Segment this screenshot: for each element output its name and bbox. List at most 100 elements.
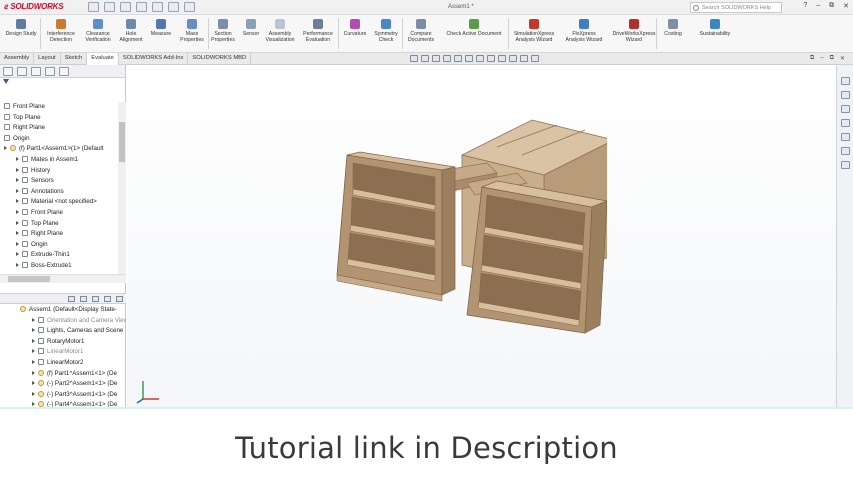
tree-item[interactable]: Annotations	[16, 187, 64, 197]
section-view-icon[interactable]	[443, 55, 451, 62]
ribbon-button-compare-documents[interactable]: Compare Documents	[405, 17, 437, 43]
new-document-icon[interactable]	[88, 2, 99, 12]
right-shelf-unit[interactable]	[466, 180, 607, 334]
ribbon-button-assembly-visualization[interactable]: Assembly Visualization	[265, 17, 295, 43]
view-palette-icon[interactable]	[841, 119, 850, 127]
edit-appearance-icon[interactable]	[498, 55, 506, 62]
assembly-model[interactable]	[317, 115, 607, 345]
tree-item[interactable]: RotaryMotor1	[32, 337, 84, 347]
sort-icon[interactable]	[116, 296, 123, 302]
solidworks-forum-icon[interactable]	[841, 161, 850, 169]
help-search-input[interactable]: Search SOLIDWORKS Help	[690, 2, 782, 13]
solidworks-resources-icon[interactable]	[841, 77, 850, 85]
feature-tree-vertical-scrollbar[interactable]	[118, 102, 126, 274]
expand-arrow-icon[interactable]	[32, 391, 35, 396]
tree-item[interactable]: Right Plane	[4, 123, 45, 133]
tree-item[interactable]: Extrude-Thin1	[16, 250, 70, 260]
tree-item[interactable]: (-) Part4^Assem1<1> (De	[32, 400, 117, 407]
tree-item[interactable]: Front Plane	[4, 102, 45, 112]
ribbon-button-measure[interactable]: Measure	[148, 17, 174, 37]
zoom-to-area-icon[interactable]	[421, 55, 429, 62]
expand-arrow-icon[interactable]	[16, 157, 19, 161]
view-orientation-icon[interactable]	[465, 55, 473, 62]
left-shelf-unit[interactable]	[336, 151, 456, 302]
hide-show-items-icon[interactable]	[487, 55, 495, 62]
tab-evaluate[interactable]: Evaluate	[87, 53, 119, 65]
expand-arrow-icon[interactable]	[16, 199, 19, 204]
scrollbar-thumb[interactable]	[8, 276, 50, 282]
viewport-close-icon[interactable]: ✕	[840, 55, 845, 62]
close-button[interactable]: ✕	[843, 2, 849, 10]
file-explorer-icon[interactable]	[841, 105, 850, 113]
tree-item[interactable]: Top Plane	[4, 113, 41, 123]
filter-selected-icon[interactable]	[92, 296, 99, 302]
filter-icon[interactable]	[3, 79, 9, 84]
graphics-area[interactable]	[127, 65, 836, 407]
ribbon-button-curvature[interactable]: Curvature	[341, 17, 369, 37]
ribbon-button-simulationxpress[interactable]: SimulationXpress Analysis Wizard	[510, 17, 558, 43]
feature-tree-horizontal-scrollbar[interactable]	[0, 274, 126, 283]
rebuild-icon[interactable]	[168, 2, 179, 12]
expand-arrow-icon[interactable]	[32, 338, 35, 343]
tree-item[interactable]: (-) Part3^Assem1<1> (De	[32, 390, 117, 400]
open-icon[interactable]	[104, 2, 115, 12]
filter-driving-icon[interactable]	[80, 296, 87, 302]
ribbon-button-design-study[interactable]: Design Study	[2, 17, 40, 37]
tree-item[interactable]: History	[16, 166, 50, 176]
feature-manager-tab-icon[interactable]	[3, 67, 13, 76]
filter-results-icon[interactable]	[104, 296, 111, 302]
tree-item[interactable]: Top Plane	[16, 219, 59, 229]
solidworks-logo[interactable]: ƨ SOLIDWORKS	[4, 2, 64, 11]
select-icon[interactable]	[152, 2, 163, 12]
options-icon[interactable]	[184, 2, 195, 12]
dimxpert-tab-icon[interactable]	[45, 67, 55, 76]
zoom-to-fit-icon[interactable]	[410, 55, 418, 62]
tree-item[interactable]: Lights, Cameras and Scene	[32, 326, 123, 336]
display-manager-tab-icon[interactable]	[59, 67, 69, 76]
tab-sketch[interactable]: Sketch	[61, 53, 88, 65]
ribbon-button-sensor[interactable]: Sensor	[240, 17, 262, 37]
ribbon-button-floxpress[interactable]: FloXpress Analysis Wizard	[560, 17, 608, 43]
ribbon-button-driveworksxpress[interactable]: DriveWorksXpress Wizard	[608, 17, 660, 43]
restore-button[interactable]: ⧉	[829, 2, 834, 10]
tree-item[interactable]: (f) Part1^Assem1<1> (De	[32, 369, 117, 379]
expand-arrow-icon[interactable]	[32, 381, 35, 386]
tree-item[interactable]: Assem1 (Default<Display State-	[20, 305, 117, 315]
ribbon-button-section-properties[interactable]: Section Properties	[210, 17, 236, 43]
filter-animation-icon[interactable]	[68, 296, 75, 302]
display-style-icon[interactable]	[476, 55, 484, 62]
expand-arrow-icon[interactable]	[16, 241, 19, 246]
ribbon-button-clearance-verification[interactable]: Clearance Verification	[82, 17, 114, 43]
expand-arrow-icon[interactable]	[16, 210, 19, 214]
expand-arrow-icon[interactable]	[16, 167, 19, 172]
ribbon-button-hole-alignment[interactable]: Hole Alignment	[118, 17, 144, 43]
print-icon[interactable]	[136, 2, 147, 12]
scrollbar-thumb[interactable]	[119, 122, 125, 162]
design-library-icon[interactable]	[841, 91, 850, 99]
help-button[interactable]: ?	[803, 2, 807, 10]
apply-scene-icon[interactable]	[509, 55, 517, 62]
ribbon-button-performance-evaluation[interactable]: Performance Evaluation	[300, 17, 336, 43]
viewport-minimize-icon[interactable]: –	[820, 55, 823, 62]
expand-arrow-icon[interactable]	[32, 402, 35, 407]
view-settings-icon[interactable]	[520, 55, 528, 62]
tree-item[interactable]: Front Plane	[16, 208, 63, 218]
ribbon-button-interference-detection[interactable]: Interference Detection	[44, 17, 78, 43]
filter-row[interactable]	[0, 78, 125, 89]
expand-arrow-icon[interactable]	[16, 178, 19, 183]
tree-item[interactable]: Mates in Assem1	[16, 155, 78, 165]
display-monitor-icon[interactable]	[531, 55, 539, 62]
tab-solidworks-add-ins[interactable]: SOLIDWORKS Add-Ins	[119, 53, 189, 65]
expand-arrow-icon[interactable]	[16, 252, 19, 257]
expand-arrow-icon[interactable]	[16, 263, 19, 267]
previous-view-icon[interactable]	[432, 55, 440, 62]
tab-assembly[interactable]: Assembly	[0, 53, 35, 65]
expand-arrow-icon[interactable]	[16, 188, 19, 193]
expand-arrow-icon[interactable]	[16, 220, 19, 225]
custom-properties-icon[interactable]	[841, 147, 850, 155]
tree-item[interactable]: Orientation and Camera Views	[32, 316, 126, 326]
tree-item[interactable]: LinearMotor2	[32, 358, 83, 368]
expand-arrow-icon[interactable]	[32, 370, 35, 375]
ribbon-button-symmetry-check[interactable]: Symmetry Check	[372, 17, 400, 43]
ribbon-button-sustainability[interactable]: Sustainability	[695, 17, 735, 37]
